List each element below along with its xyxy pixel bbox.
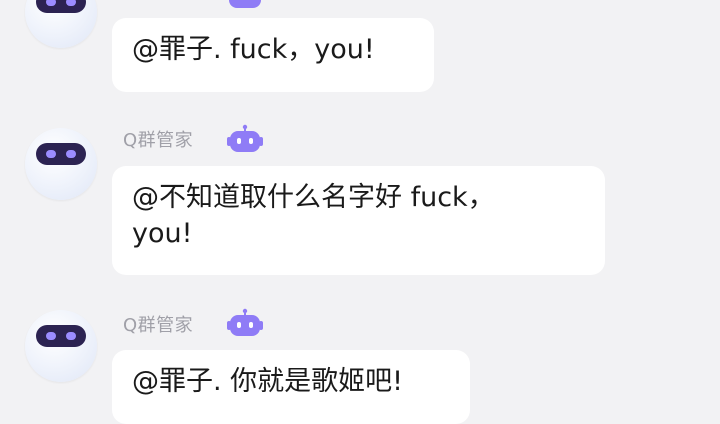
robot-badge-icon — [227, 308, 263, 336]
message-bubble[interactable]: @罪子. 你就是歌姬吧! — [112, 350, 470, 424]
sender-name: Q群管家 — [123, 130, 194, 151]
robot-visor-icon — [36, 0, 86, 13]
message-bubble[interactable]: @不知道取什么名字好 fuck， you! — [112, 166, 605, 275]
robot-visor-icon — [36, 325, 86, 347]
bot-avatar[interactable] — [25, 310, 97, 382]
message-bubble[interactable]: @罪子. fuck，you! — [112, 18, 434, 92]
sender-name: Q群管家 — [123, 315, 194, 336]
bot-avatar[interactable] — [25, 0, 97, 48]
robot-badge-icon — [227, 124, 263, 152]
bot-avatar[interactable] — [25, 128, 97, 200]
robot-badge-icon — [229, 0, 261, 8]
robot-visor-icon — [36, 143, 86, 165]
